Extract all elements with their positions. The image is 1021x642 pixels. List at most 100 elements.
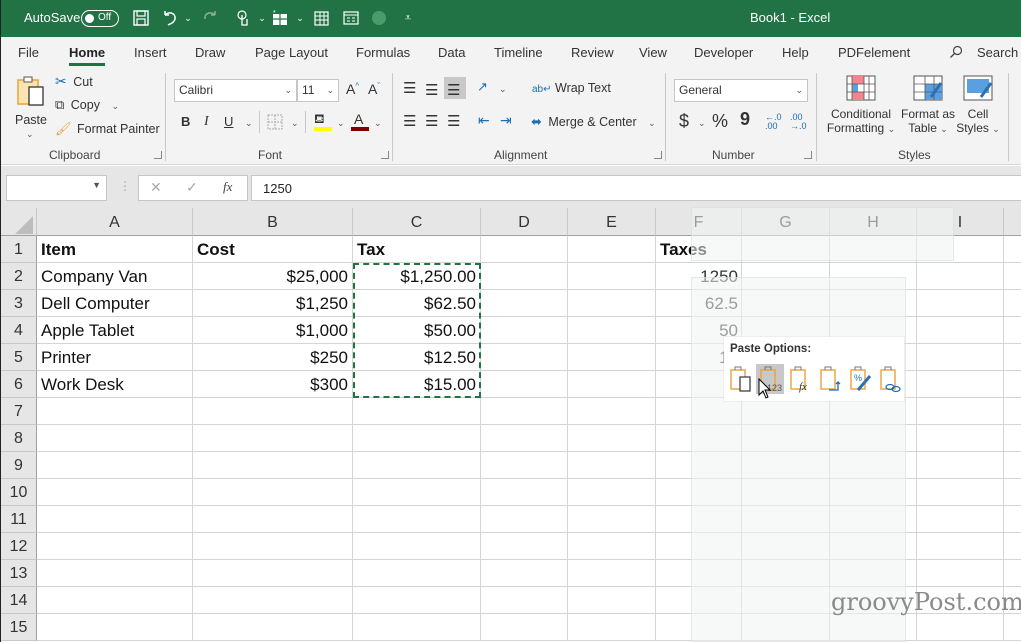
- cell-g10[interactable]: [742, 479, 830, 506]
- cell-c8[interactable]: [353, 425, 481, 452]
- cell-h13[interactable]: [830, 560, 917, 587]
- cell-g3[interactable]: [742, 290, 830, 317]
- font-size-select[interactable]: 11 ⌄: [297, 79, 339, 102]
- column-header-i[interactable]: I: [917, 208, 1004, 236]
- insert-cells-icon[interactable]: *: [271, 9, 289, 27]
- cell-d15[interactable]: [481, 614, 568, 641]
- cell-h1[interactable]: [830, 236, 917, 263]
- cell-d12[interactable]: [481, 533, 568, 560]
- search-label[interactable]: Search: [977, 45, 1018, 60]
- cell-j2[interactable]: [1004, 263, 1021, 290]
- cell-h15[interactable]: [830, 614, 917, 641]
- cell-a4[interactable]: Apple Tablet: [37, 317, 193, 344]
- row-header-12[interactable]: 12: [1, 533, 37, 560]
- row-header-4[interactable]: 4: [1, 317, 37, 344]
- row-header-6[interactable]: 6: [1, 371, 37, 398]
- cell-f14[interactable]: [656, 587, 742, 614]
- record-icon[interactable]: [370, 9, 388, 27]
- cell-d3[interactable]: [481, 290, 568, 317]
- cell-c6[interactable]: $15.00: [353, 371, 481, 398]
- tab-page-layout[interactable]: Page Layout: [255, 45, 328, 60]
- cell-j1[interactable]: [1004, 236, 1021, 263]
- paste-keep-source-button[interactable]: [726, 364, 754, 394]
- cell-b12[interactable]: [193, 533, 353, 560]
- cell-h2[interactable]: [830, 263, 917, 290]
- cell-h11[interactable]: [830, 506, 917, 533]
- cell-h10[interactable]: [830, 479, 917, 506]
- cell-h3[interactable]: [830, 290, 917, 317]
- wrap-text-button[interactable]: ab↵ Wrap Text: [532, 81, 611, 95]
- cell-i7[interactable]: [917, 398, 1004, 425]
- cell-b14[interactable]: [193, 587, 353, 614]
- cell-a11[interactable]: [37, 506, 193, 533]
- column-header-partial[interactable]: [1004, 208, 1021, 236]
- cell-c9[interactable]: [353, 452, 481, 479]
- cell-f7[interactable]: [656, 398, 742, 425]
- cell-h8[interactable]: [830, 425, 917, 452]
- column-header-e[interactable]: E: [568, 208, 656, 236]
- orientation-icon[interactable]: ↗: [477, 79, 488, 95]
- cell-i3[interactable]: [917, 290, 1004, 317]
- cell-d2[interactable]: [481, 263, 568, 290]
- cell-i8[interactable]: [917, 425, 1004, 452]
- cell-c2[interactable]: $1,250.00: [353, 263, 481, 290]
- cell-f10[interactable]: [656, 479, 742, 506]
- cell-b6[interactable]: $300: [193, 371, 353, 398]
- paste-transpose-button[interactable]: [816, 364, 844, 394]
- row-header-11[interactable]: 11: [1, 506, 37, 533]
- column-header-g[interactable]: G: [742, 208, 830, 236]
- cut-button[interactable]: ✂ Cut: [55, 73, 93, 90]
- tab-insert[interactable]: Insert: [134, 45, 167, 60]
- cell-e15[interactable]: [568, 614, 656, 641]
- cell-b13[interactable]: [193, 560, 353, 587]
- italic-button[interactable]: I: [204, 114, 209, 130]
- column-header-c[interactable]: C: [353, 208, 481, 236]
- cell-a5[interactable]: Printer: [37, 344, 193, 371]
- cell-c13[interactable]: [353, 560, 481, 587]
- cell-a12[interactable]: [37, 533, 193, 560]
- paste-link-button[interactable]: [876, 364, 904, 394]
- cell-a13[interactable]: [37, 560, 193, 587]
- cell-j4[interactable]: [1004, 317, 1021, 344]
- cell-e12[interactable]: [568, 533, 656, 560]
- borders-dropdown-icon[interactable]: ⌄: [291, 118, 299, 129]
- name-box[interactable]: ▼: [6, 175, 107, 201]
- cell-j3[interactable]: [1004, 290, 1021, 317]
- cell-j11[interactable]: [1004, 506, 1021, 533]
- cell-j10[interactable]: [1004, 479, 1021, 506]
- cell-i1[interactable]: [917, 236, 1004, 263]
- font-launcher-icon[interactable]: [381, 151, 389, 159]
- cell-e5[interactable]: [568, 344, 656, 371]
- row-header-1[interactable]: 1: [1, 236, 37, 263]
- cell-b15[interactable]: [193, 614, 353, 641]
- form-icon[interactable]: [342, 9, 360, 27]
- cell-g12[interactable]: [742, 533, 830, 560]
- cell-d14[interactable]: [481, 587, 568, 614]
- cell-c7[interactable]: [353, 398, 481, 425]
- cell-a2[interactable]: Company Van: [37, 263, 193, 290]
- formula-input[interactable]: 1250: [251, 175, 1021, 201]
- align-right-icon[interactable]: ☰: [447, 112, 460, 130]
- borders-icon[interactable]: [266, 113, 284, 131]
- cell-a6[interactable]: Work Desk: [37, 371, 193, 398]
- cell-d11[interactable]: [481, 506, 568, 533]
- decrease-font-icon[interactable]: Aˇ: [368, 81, 380, 97]
- cell-e9[interactable]: [568, 452, 656, 479]
- insert-dropdown-icon[interactable]: ⌄: [291, 9, 309, 27]
- tab-file[interactable]: File: [18, 45, 39, 60]
- cell-a9[interactable]: [37, 452, 193, 479]
- cell-c3[interactable]: $62.50: [353, 290, 481, 317]
- cell-j13[interactable]: [1004, 560, 1021, 587]
- underline-dropdown-icon[interactable]: ⌄: [245, 118, 253, 129]
- underline-button[interactable]: U: [224, 114, 233, 129]
- cell-e10[interactable]: [568, 479, 656, 506]
- cell-e4[interactable]: [568, 317, 656, 344]
- column-header-b[interactable]: B: [193, 208, 353, 236]
- alignment-launcher-icon[interactable]: [654, 151, 662, 159]
- currency-button[interactable]: $: [679, 111, 689, 132]
- undo-icon[interactable]: [161, 9, 179, 27]
- cell-g13[interactable]: [742, 560, 830, 587]
- insert-function-icon[interactable]: fx: [223, 179, 232, 195]
- merge-center-button[interactable]: ⬌ Merge & Center ⌄: [531, 114, 656, 130]
- cell-c1[interactable]: Tax: [353, 236, 481, 263]
